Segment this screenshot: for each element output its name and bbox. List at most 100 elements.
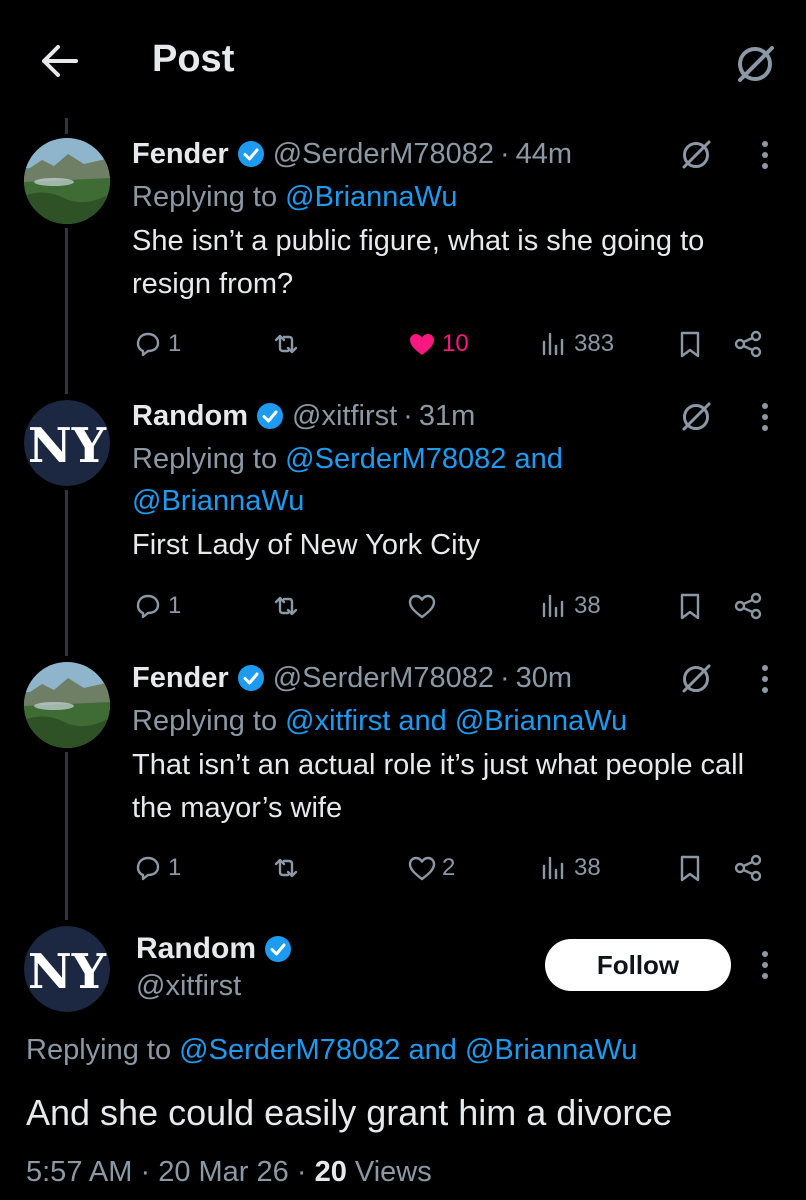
bookmark-icon: [680, 593, 700, 620]
author-name[interactable]: Random: [132, 400, 248, 433]
author-name[interactable]: Fender: [132, 138, 229, 171]
timestamp[interactable]: 31m: [419, 400, 475, 433]
grok-icon[interactable]: [678, 660, 714, 696]
reply-text: That isn’t an actual role it’s just what…: [132, 749, 745, 824]
back-button[interactable]: [38, 40, 80, 82]
timestamp[interactable]: 30m: [516, 662, 572, 695]
replying-prefix: Replying to: [132, 705, 278, 737]
grok-icon[interactable]: [678, 398, 714, 434]
svg-text:NY: NY: [28, 944, 107, 1000]
author-handle[interactable]: @xitfirst: [292, 400, 397, 433]
mention-link[interactable]: @SerderM78082: [285, 443, 506, 475]
main-author-name[interactable]: Random: [136, 932, 256, 966]
reply-item[interactable]: NY Random @xitfirst · 31m Replying to @S…: [0, 396, 806, 646]
main-replying-to-line: Replying to @SerderM78082 and @BriannaWu: [26, 1034, 637, 1067]
post-page: Post Fender @SerderM78082 · 44m Replying…: [0, 0, 806, 1200]
verified-badge-icon: [257, 403, 283, 429]
reply-count: 1: [168, 854, 182, 881]
heart-icon: [408, 594, 436, 619]
mention-conjunction: and: [408, 1034, 457, 1066]
replying-to-line: Replying to @SerderM78082 and @BriannaWu: [132, 438, 652, 522]
like-button[interactable]: 2: [406, 848, 455, 888]
more-options-icon[interactable]: [760, 662, 770, 696]
avatar[interactable]: [24, 662, 110, 748]
main-post-text: And she could easily grant him a divorce: [26, 1092, 673, 1133]
reply-button[interactable]: 1: [132, 586, 181, 626]
views-icon: [542, 856, 564, 880]
views-count: 383: [574, 330, 615, 357]
reply-icon: [136, 332, 160, 357]
bookmark-button[interactable]: [674, 848, 706, 888]
reply-count: 1: [168, 592, 182, 619]
share-icon: [734, 330, 762, 358]
verified-badge-icon: [237, 141, 264, 167]
grok-icon[interactable]: [678, 136, 714, 172]
thread-line: [65, 118, 68, 134]
more-options-icon[interactable]: [760, 400, 770, 434]
replying-to-line: Replying to @xitfirst and @BriannaWu: [132, 700, 766, 742]
mention-conjunction: and: [398, 705, 447, 737]
views-button[interactable]: 38: [538, 848, 601, 888]
avatar-landscape-image: [24, 138, 110, 224]
like-button[interactable]: [406, 586, 442, 626]
views-count: 38: [574, 592, 601, 619]
reply-item[interactable]: Fender @SerderM78082 · 30m Replying to @…: [0, 658, 806, 908]
reply-button[interactable]: 1: [132, 848, 181, 888]
repost-button[interactable]: [270, 586, 306, 626]
mention-link[interactable]: @BriannaWu: [455, 705, 627, 737]
views-count: 20: [314, 1156, 347, 1188]
grok-icon: [738, 46, 774, 82]
main-author-line: Random: [136, 932, 300, 966]
follow-button[interactable]: Follow: [545, 939, 731, 991]
avatar[interactable]: NY: [24, 400, 110, 486]
action-bar: 1 38: [132, 586, 772, 626]
avatar[interactable]: [24, 138, 110, 224]
main-author-handle[interactable]: @xitfirst: [136, 970, 241, 1003]
share-button[interactable]: [732, 324, 764, 364]
bookmark-button[interactable]: [674, 324, 706, 364]
more-options-icon[interactable]: [760, 948, 770, 982]
repost-icon: [274, 334, 298, 354]
like-button[interactable]: 10: [406, 324, 469, 364]
post-time[interactable]: 5:57 AM: [26, 1156, 132, 1188]
views-button[interactable]: 38: [538, 586, 601, 626]
more-options-icon[interactable]: [760, 138, 770, 172]
mention-link[interactable]: @xitfirst: [285, 705, 390, 737]
reply-item[interactable]: Fender @SerderM78082 · 44m Replying to @…: [0, 134, 806, 384]
grok-button[interactable]: [732, 40, 778, 86]
verified-badge-icon: [237, 665, 264, 691]
separator: ·: [499, 137, 510, 170]
share-icon: [734, 854, 762, 882]
author-handle[interactable]: @SerderM78082: [273, 138, 494, 171]
verified-badge-icon: [265, 936, 291, 962]
bookmark-icon: [680, 855, 700, 882]
mention-link[interactable]: @BriannaWu: [285, 181, 457, 213]
author-line: Fender @SerderM78082 · 44m: [132, 134, 766, 174]
reply-button[interactable]: 1: [132, 324, 181, 364]
share-button[interactable]: [732, 848, 764, 888]
mention-link[interactable]: @BriannaWu: [132, 485, 304, 517]
share-icon: [734, 592, 762, 620]
reply-text: First Lady of New York City: [132, 529, 481, 561]
post-date[interactable]: 20 Mar 26: [158, 1156, 289, 1188]
author-name[interactable]: Fender: [132, 662, 229, 695]
mention-link[interactable]: @SerderM78082: [179, 1034, 400, 1066]
bookmark-button[interactable]: [674, 586, 706, 626]
mention-link[interactable]: @BriannaWu: [465, 1034, 637, 1066]
action-bar: 1 10 383: [132, 324, 772, 364]
separator: ·: [403, 399, 413, 432]
author-handle[interactable]: @SerderM78082: [273, 662, 494, 695]
main-post-meta: 5:57 AM · 20 Mar 26 · 20 Views: [26, 1156, 432, 1189]
views-button[interactable]: 383: [538, 324, 614, 364]
share-button[interactable]: [732, 586, 764, 626]
timestamp[interactable]: 44m: [516, 138, 572, 171]
reply-icon: [136, 856, 160, 881]
repost-button[interactable]: [270, 324, 306, 364]
views-count: 38: [574, 854, 601, 881]
repost-button[interactable]: [270, 848, 306, 888]
separator: ·: [296, 1156, 307, 1188]
main-avatar[interactable]: NY: [24, 926, 110, 1012]
reply-text: She isn’t a public figure, what is she g…: [132, 225, 705, 300]
reply-count: 1: [168, 330, 182, 357]
action-bar: 1 2 38: [132, 848, 772, 888]
